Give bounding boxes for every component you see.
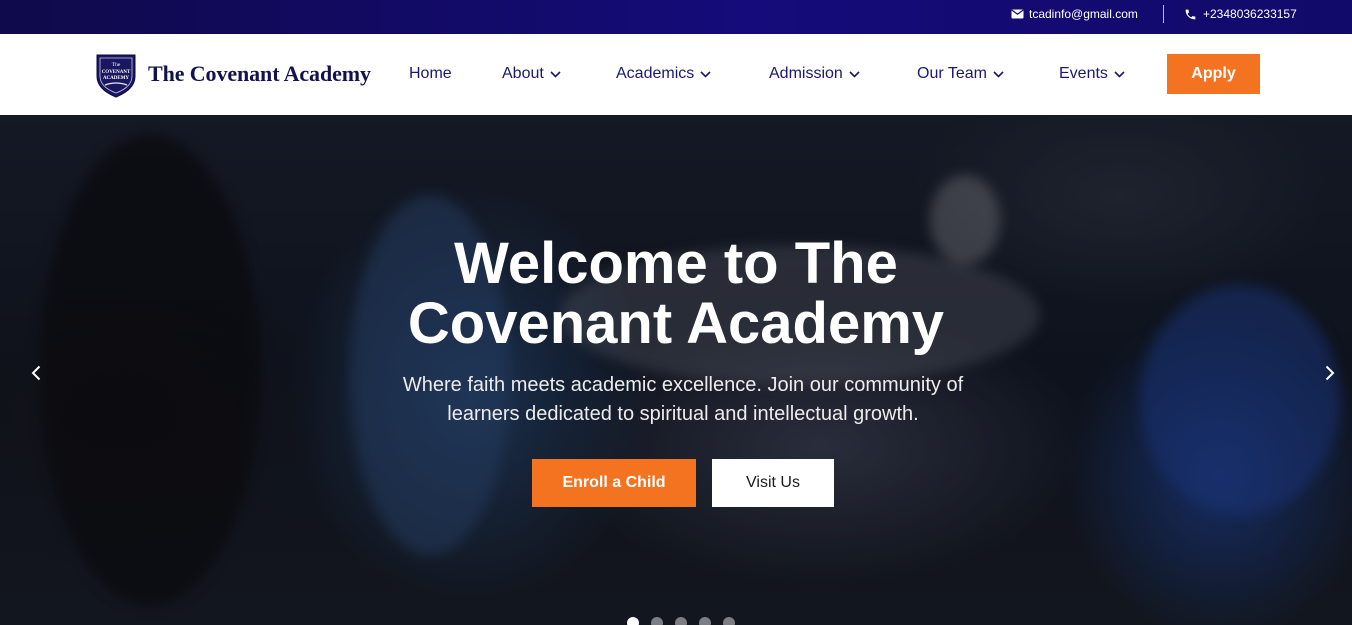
contact-email[interactable]: tcadinfo@gmail.com (1011, 7, 1138, 21)
nav-events[interactable]: Events (1059, 65, 1125, 83)
nav-home[interactable]: Home (409, 65, 452, 83)
crest-text-mid: COVENANT (102, 70, 131, 75)
apply-button[interactable]: Apply (1167, 54, 1260, 94)
nav-our-team[interactable]: Our Team (917, 65, 1004, 83)
nav-events-label: Events (1059, 65, 1108, 82)
slider-prev-button[interactable] (24, 361, 48, 385)
slider-dot[interactable] (699, 617, 711, 625)
chevron-down-icon (700, 70, 711, 78)
slider-dot[interactable] (627, 617, 639, 625)
phone-text: +2348036233157 (1203, 7, 1297, 21)
slider-dot[interactable] (675, 617, 687, 625)
hero-subtitle: Where faith meets academic excellence. J… (402, 374, 964, 425)
visit-us-button[interactable]: Visit Us (712, 459, 834, 507)
slider-dots (627, 617, 735, 625)
nav-about[interactable]: About (502, 65, 561, 83)
chevron-down-icon (849, 70, 860, 78)
crest-text-bot: ACADEMY (103, 76, 129, 81)
nav-academics-label: Academics (616, 65, 695, 82)
nav-about-label: About (502, 65, 544, 82)
chevron-right-icon (1325, 365, 1335, 381)
hero-title: Welcome to The Covenant Academy (0, 234, 1352, 354)
top-contact-bar: tcadinfo@gmail.com +2348036233157 (0, 0, 1352, 34)
contact-divider (1163, 5, 1164, 23)
nav-home-label: Home (409, 65, 452, 82)
nav-our-team-label: Our Team (917, 65, 987, 82)
slider-dot[interactable] (651, 617, 663, 625)
hero-overlay (0, 115, 1352, 625)
chevron-left-icon (31, 365, 41, 381)
contact-phone[interactable]: +2348036233157 (1184, 7, 1297, 21)
nav-admission-label: Admission (769, 65, 843, 82)
nav-academics[interactable]: Academics (616, 65, 711, 83)
brand-name[interactable]: The Covenant Academy (148, 61, 371, 87)
chevron-down-icon (1114, 70, 1125, 78)
enroll-child-button[interactable]: Enroll a Child (532, 459, 696, 507)
chevron-down-icon (993, 70, 1004, 78)
slider-next-button[interactable] (1318, 361, 1342, 385)
phone-icon (1185, 9, 1196, 19)
hero-title-line1: Welcome to The (454, 231, 898, 296)
hero-slider: Welcome to The Covenant Academy Where fa… (0, 115, 1352, 625)
main-navbar: The COVENANT ACADEMY The Covenant Academ… (0, 34, 1352, 115)
crest-text-top: The (112, 62, 121, 68)
email-text: tcadinfo@gmail.com (1029, 7, 1138, 21)
school-crest-logo[interactable]: The COVENANT ACADEMY (93, 52, 139, 98)
hero-title-line2: Covenant Academy (407, 291, 945, 356)
envelope-icon (1011, 9, 1024, 19)
chevron-down-icon (550, 70, 561, 78)
slider-dot[interactable] (723, 617, 735, 625)
nav-admission[interactable]: Admission (769, 65, 860, 83)
